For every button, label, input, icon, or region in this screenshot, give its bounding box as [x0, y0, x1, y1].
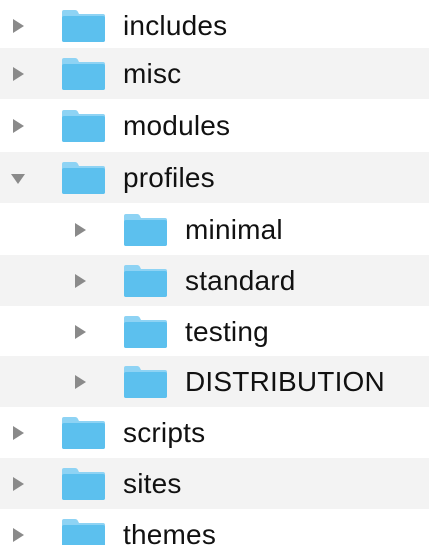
tree-row-standard[interactable]: standard: [0, 255, 429, 306]
disclosure-triangle-down-icon[interactable]: [10, 170, 26, 186]
disclosure-triangle-right-icon[interactable]: [10, 425, 26, 441]
tree-row-modules[interactable]: modules: [0, 100, 429, 151]
tree-item-label: modules: [123, 109, 231, 141]
folder-icon: [122, 315, 169, 349]
disclosure-triangle-right-icon[interactable]: [72, 324, 88, 340]
folder-icon: [60, 9, 107, 43]
tree-row-minimal[interactable]: minimal: [0, 204, 429, 255]
tree-item-label: standard: [185, 264, 296, 296]
disclosure-triangle-right-icon[interactable]: [10, 118, 26, 134]
disclosure-triangle-right-icon[interactable]: [10, 527, 26, 543]
tree-item-label: testing: [185, 315, 269, 347]
tree-row-profiles[interactable]: profiles: [0, 152, 429, 203]
folder-icon: [122, 365, 169, 399]
folder-icon: [60, 161, 107, 195]
tree-row-sites[interactable]: sites: [0, 458, 429, 509]
disclosure-triangle-right-icon[interactable]: [72, 222, 88, 238]
folder-icon: [122, 264, 169, 298]
tree-item-label: DISTRIBUTION: [185, 365, 385, 397]
tree-item-label: includes: [123, 9, 228, 41]
tree-item-label: misc: [123, 57, 182, 89]
folder-icon: [60, 518, 107, 545]
tree-item-label: minimal: [185, 213, 283, 245]
disclosure-triangle-right-icon[interactable]: [10, 476, 26, 492]
disclosure-triangle-right-icon[interactable]: [10, 66, 26, 82]
file-tree: includes misc modules profiles minimal standa…: [0, 0, 429, 545]
tree-item-label: themes: [123, 518, 217, 545]
disclosure-triangle-right-icon[interactable]: [72, 374, 88, 390]
tree-row-testing[interactable]: testing: [0, 306, 429, 357]
folder-icon: [60, 416, 107, 450]
folder-icon: [60, 57, 107, 91]
tree-item-label: profiles: [123, 161, 215, 193]
tree-item-label: sites: [123, 467, 182, 499]
tree-row-distribution[interactable]: DISTRIBUTION: [0, 356, 429, 407]
folder-icon: [60, 109, 107, 143]
tree-row-themes[interactable]: themes: [0, 509, 429, 545]
disclosure-triangle-right-icon[interactable]: [10, 18, 26, 34]
tree-row-scripts[interactable]: scripts: [0, 407, 429, 458]
folder-icon: [60, 467, 107, 501]
tree-item-label: scripts: [123, 416, 206, 448]
disclosure-triangle-right-icon[interactable]: [72, 273, 88, 289]
tree-row-misc[interactable]: misc: [0, 48, 429, 99]
tree-row-includes[interactable]: includes: [0, 0, 429, 51]
folder-icon: [122, 213, 169, 247]
